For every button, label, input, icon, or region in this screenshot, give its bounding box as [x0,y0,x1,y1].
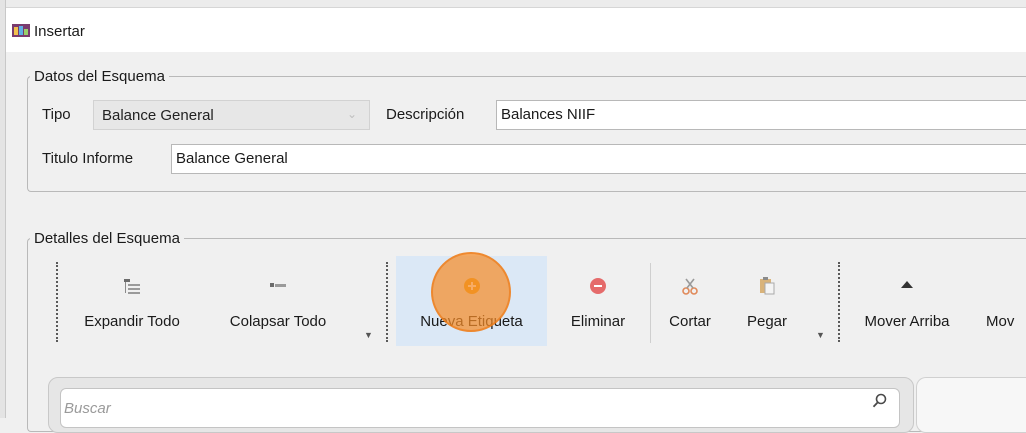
descripcion-label: Descripción [386,106,465,123]
arrow-up-icon [901,281,913,288]
title-bar[interactable] [6,8,1026,52]
overflow-dropdown-icon[interactable]: ▼ [364,330,373,340]
paste-icon [760,277,775,295]
cortar-label: Cortar [669,313,711,330]
descripcion-field[interactable]: Balances NIIF [496,100,1026,130]
titulo-informe-label: Titulo Informe [42,150,134,167]
expand-all-icon [124,279,140,294]
side-panel[interactable] [916,377,1026,433]
app-window-icon [12,24,30,37]
search-placeholder: Buscar [64,400,111,417]
tipo-value: Balance General [102,107,214,124]
tipo-combobox[interactable]: Balance General ⌄ [93,100,370,130]
remove-icon [590,278,606,294]
overflow-dropdown-icon[interactable]: ▼ [816,330,825,340]
colapsar-todo-button[interactable]: Colapsar Todo [208,256,348,346]
chevron-down-icon[interactable]: ⌄ [347,107,357,121]
titulo-informe-field[interactable]: Balance General [171,144,1026,174]
window-left-border [0,0,6,418]
window-title: Insertar [34,23,85,40]
tipo-label: Tipo [42,106,71,123]
eliminar-button[interactable]: Eliminar [552,256,644,346]
pegar-button[interactable]: Pegar [728,256,806,346]
eliminar-label: Eliminar [570,313,626,330]
search-input[interactable] [60,388,900,428]
mover-abajo-label: Mov [986,313,1015,330]
window-top-border [0,0,1026,8]
expandir-todo-button[interactable]: Expandir Todo [62,256,202,346]
colapsar-todo-label: Colapsar Todo [229,313,327,330]
toolbar-grip [56,262,58,342]
detalles-legend: Detalles del Esquema [34,230,180,247]
toolbar-grip [838,262,840,342]
cortar-button[interactable]: Cortar [656,256,724,346]
mover-arriba-label: Mover Arriba [864,313,950,330]
toolbar-separator [650,263,651,343]
click-indicator [431,252,511,332]
expandir-todo-label: Expandir Todo [84,313,180,330]
toolbar-grip [386,262,388,342]
mover-abajo-button[interactable]: Mov [972,256,1026,346]
datos-legend: Datos del Esquema [34,68,165,85]
pegar-label: Pegar [746,313,788,330]
collapse-all-icon [270,283,286,287]
descripcion-value: Balances NIIF [501,106,596,123]
mover-arriba-button[interactable]: Mover Arriba [848,256,966,346]
search-icon[interactable] [872,393,888,409]
scissors-icon [682,278,698,295]
titulo-informe-value: Balance General [176,150,288,167]
